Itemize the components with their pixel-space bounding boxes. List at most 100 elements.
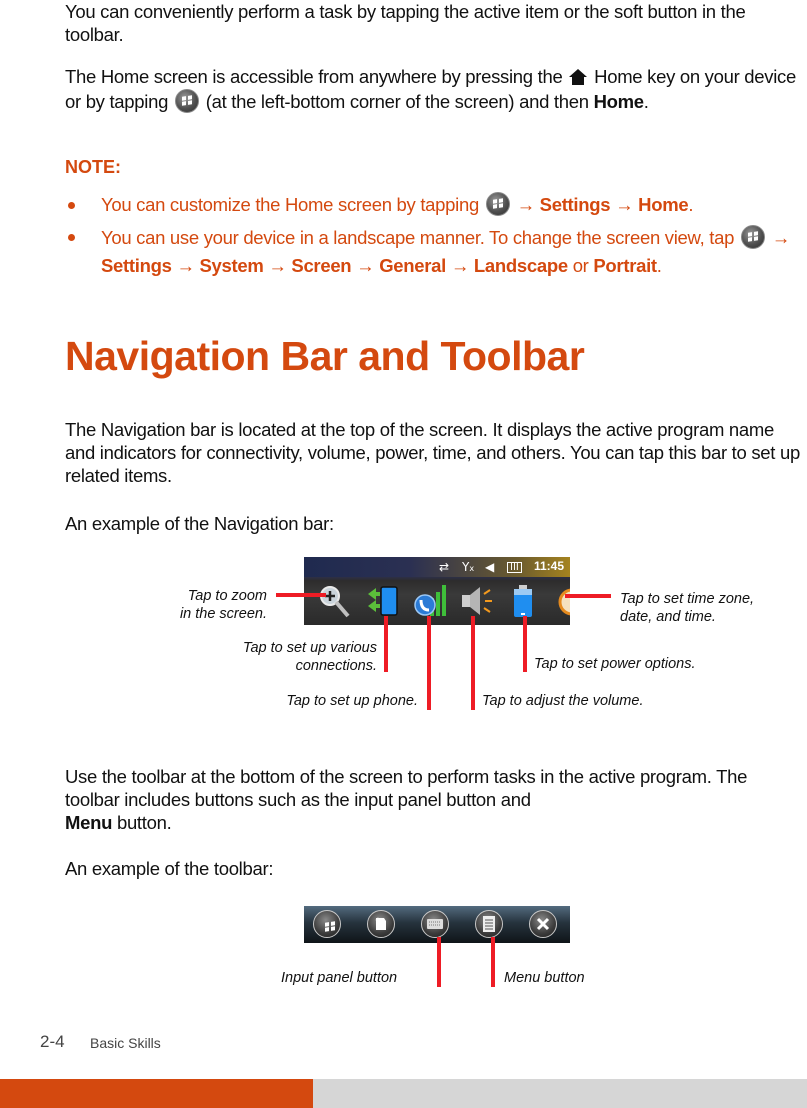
new-document-icon: + xyxy=(375,916,386,930)
close-icon xyxy=(536,917,550,931)
menu-caption: Menu button xyxy=(504,969,585,987)
connections-caption-line2: connections. xyxy=(295,658,377,674)
time-caption: Tap to set time zone, date, and time. xyxy=(620,590,754,626)
windows-start-icon xyxy=(174,89,199,113)
or-text: or xyxy=(572,255,589,276)
bullet-text: You can use your device in a landscape m… xyxy=(101,227,735,248)
zoom-caption: Tap to zoom in the screen. xyxy=(150,587,267,623)
input-panel-button[interactable] xyxy=(421,910,449,938)
keyboard-icon xyxy=(427,919,443,929)
no-signal-icon: Yx xyxy=(462,560,475,574)
arrow-icon: → xyxy=(176,255,195,276)
menu-callout-line xyxy=(491,937,495,987)
zoom-callout-line xyxy=(276,593,326,597)
svg-text:+: + xyxy=(375,916,381,924)
input-panel-callout-line xyxy=(437,937,441,987)
input-panel-caption: Input panel button xyxy=(281,969,397,987)
arrow-icon: → xyxy=(450,255,470,276)
volume-icon[interactable] xyxy=(460,584,496,620)
home-icon xyxy=(569,69,588,85)
arrow-icon: → xyxy=(615,194,634,215)
intro-text: You can conveniently perform a task by t… xyxy=(65,1,746,45)
windows-start-icon xyxy=(740,225,765,249)
start-button[interactable] xyxy=(313,910,341,938)
time-callout-line xyxy=(565,594,611,598)
path-screen: Screen xyxy=(291,255,352,276)
close-button[interactable] xyxy=(529,910,557,938)
bullet-text: You can customize the Home screen by tap… xyxy=(101,194,479,215)
phone-callout-line xyxy=(427,616,431,710)
power-caption-text: Tap to set power options. xyxy=(534,656,696,672)
toolbar-example-text: An example of the toolbar: xyxy=(65,858,274,879)
bullet-dot xyxy=(68,234,75,241)
time-caption-line1: Tap to set time zone, xyxy=(620,591,755,607)
time-caption-line2: date, and time. xyxy=(620,609,716,625)
phone-caption: Tap to set up phone. xyxy=(240,692,418,710)
volume-caption-text: Tap to adjust the volume. xyxy=(482,693,644,709)
battery-icon[interactable] xyxy=(510,584,540,620)
arrow-icon: → xyxy=(356,255,375,276)
volume-callout-line xyxy=(471,616,475,710)
path-landscape: Landscape xyxy=(473,255,568,276)
clock-icon[interactable] xyxy=(556,584,570,620)
home-end: . xyxy=(643,91,649,112)
battery-status-icon: III xyxy=(507,562,522,573)
path-settings: Settings xyxy=(539,194,611,215)
start-icon xyxy=(319,916,335,932)
bullet-end: . xyxy=(656,255,662,276)
toolbar-description: Use the toolbar at the bottom of the scr… xyxy=(65,765,795,834)
home-bold: Home xyxy=(593,91,645,112)
bullet-dot xyxy=(68,202,75,209)
arrow-icon: → xyxy=(516,194,536,215)
connections-icon[interactable] xyxy=(366,584,402,620)
path-settings: Settings xyxy=(101,255,172,276)
connections-caption-line1: Tap to set up various xyxy=(242,640,377,656)
new-document-button[interactable]: + xyxy=(367,910,395,938)
input-panel-caption-text: Input panel button xyxy=(281,970,398,986)
path-system: System xyxy=(199,255,264,276)
home-paragraph: The Home screen is accessible from anywh… xyxy=(65,65,805,114)
bullet-end: . xyxy=(688,194,694,215)
menu-button[interactable] xyxy=(475,910,503,938)
status-strip xyxy=(304,557,570,577)
zoom-caption-line1: Tap to zoom xyxy=(187,588,267,604)
speaker-icon: ◀ xyxy=(485,560,495,574)
phone-icon[interactable] xyxy=(412,584,448,620)
arrow-icon: → xyxy=(268,255,287,276)
path-home: Home xyxy=(638,194,689,215)
toolbar-example-label: An example of the toolbar: xyxy=(65,857,273,880)
path-portrait: Portrait xyxy=(593,255,657,276)
footer-accent-bar xyxy=(0,1079,313,1108)
clock-time: 11:45 xyxy=(533,559,564,573)
zoom-icon[interactable] xyxy=(316,584,352,620)
zoom-caption-line2: in the screen. xyxy=(179,606,267,622)
bullet-body: You can customize the Home screen by tap… xyxy=(101,192,807,217)
navbar-example-label: An example of the Navigation bar: xyxy=(65,512,334,535)
volume-caption: Tap to adjust the volume. xyxy=(482,692,643,710)
power-callout-line xyxy=(523,616,527,672)
phone-caption-text: Tap to set up phone. xyxy=(286,693,418,709)
footer-gray-bar xyxy=(313,1079,807,1108)
menu-bold: Menu xyxy=(65,812,113,833)
footer-section-title: Basic Skills xyxy=(90,1035,161,1051)
page-number: 2-4 xyxy=(40,1032,65,1051)
power-caption: Tap to set power options. xyxy=(534,655,695,673)
windows-start-icon xyxy=(485,192,510,216)
data-sync-icon: ⇄ xyxy=(439,560,450,574)
navigation-bar-image: ⇄ Yx ◀ III 11:45 xyxy=(304,557,570,625)
navbar-description-text: The Navigation bar is located at the top… xyxy=(65,419,800,486)
section-heading: Navigation Bar and Toolbar xyxy=(65,333,585,379)
arrow-icon: → xyxy=(771,227,791,248)
connections-caption: Tap to set up various connections. xyxy=(196,639,377,675)
navbar-description: The Navigation bar is located at the top… xyxy=(65,418,800,487)
toolbar-description-text: Use the toolbar at the bottom of the scr… xyxy=(65,766,748,810)
path-general: General xyxy=(379,255,446,276)
menu-icon xyxy=(483,916,495,932)
intro-paragraph: You can conveniently perform a task by t… xyxy=(65,0,805,46)
home-text-c: (at the left-bottom corner of the screen… xyxy=(205,91,589,112)
menu-caption-text: Menu button xyxy=(504,970,585,986)
home-text-a: The Home screen is accessible from anywh… xyxy=(65,66,563,87)
navbar-example-text: An example of the Navigation bar: xyxy=(65,513,334,534)
connections-callout-line xyxy=(384,616,388,672)
note-title: NOTE: xyxy=(65,157,121,177)
